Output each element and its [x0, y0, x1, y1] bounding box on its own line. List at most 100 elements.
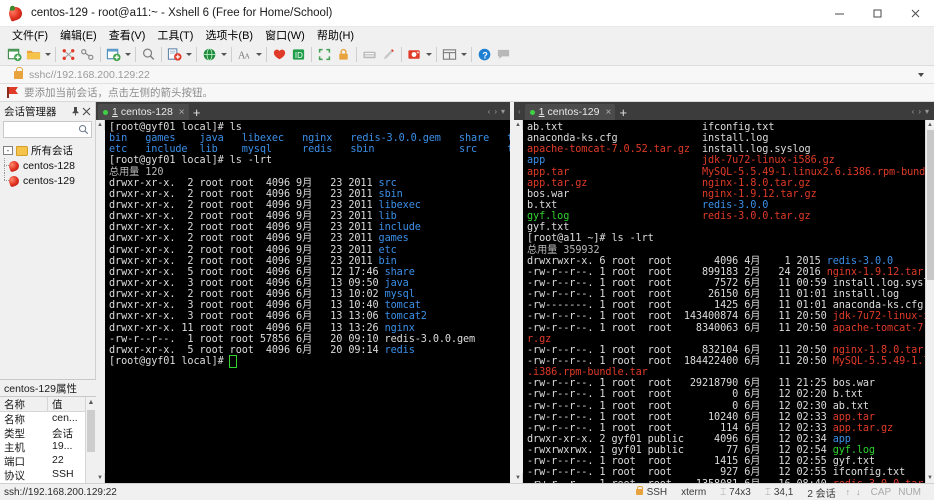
font-caret-icon[interactable]	[256, 53, 262, 56]
new-tab-button[interactable]: +	[615, 104, 631, 120]
chevron-down-icon[interactable]: ▼	[97, 473, 103, 483]
scrollbar-track[interactable]	[513, 130, 523, 473]
table-row[interactable]: 主机 19...	[0, 440, 85, 454]
status-connection-url: ssh://192.168.200.129:22	[4, 486, 117, 498]
sidebar-item-centos-128[interactable]: centos-128	[0, 158, 95, 173]
terminal-text: [root@a11 ~]# ls -lrt	[527, 233, 654, 245]
tab-nav-prev-icon[interactable]: ‹	[486, 107, 493, 116]
terminal-text: drwxr-xr-x. 2 root root 4096 9月 23 2011	[109, 188, 379, 200]
terminal-scrollbar-left[interactable]: ▲ ▼	[95, 120, 105, 483]
address-bar[interactable]: sshc//192.168.200.129:22	[0, 66, 934, 84]
scrollbar-thumb[interactable]	[87, 410, 95, 452]
menu-edit[interactable]: 编辑(E)	[54, 28, 103, 44]
tab-nav-next-icon[interactable]: ›	[916, 107, 923, 116]
properties-scrollbar[interactable]: ▲	[85, 397, 96, 483]
toolbar-separator	[231, 47, 232, 62]
find-icon[interactable]	[139, 45, 158, 65]
chevron-up-icon[interactable]: ▲	[515, 120, 521, 130]
chevron-up-icon[interactable]: ▲	[97, 120, 103, 130]
new-tab-button[interactable]: +	[189, 104, 205, 120]
xftp-icon[interactable]: ID	[289, 45, 308, 65]
disconnect-icon[interactable]	[59, 45, 78, 65]
keyboard-icon[interactable]	[360, 45, 379, 65]
chevron-up-icon[interactable]: ▲	[927, 120, 933, 130]
tab-nav-menu-icon[interactable]: ▾	[923, 107, 931, 116]
highlight-pen-icon[interactable]	[379, 45, 398, 65]
tunnel-globe-icon[interactable]	[200, 45, 219, 65]
font-icon[interactable]: AA	[235, 45, 254, 65]
terminal-text: drwxr-xr-x. 2 root root 4096 9月 23 2011	[109, 199, 379, 211]
help-icon[interactable]: ?	[475, 45, 494, 65]
pin-icon[interactable]	[70, 105, 81, 117]
chevron-down-icon[interactable]	[918, 72, 924, 77]
terminal-line: drwxr-xr-x. 2 root root 4096 6月 13 10:02…	[109, 289, 510, 300]
terminal-text: app	[832, 433, 851, 445]
tab-nav-prev-icon[interactable]: ‹	[516, 107, 523, 116]
tab-centos-129[interactable]: 1 centos-129 ×	[524, 104, 616, 120]
copy-session-caret-icon[interactable]	[125, 53, 131, 56]
terminal-screen-left[interactable]: [root@gyf01 local]# ls bin games java lib…	[105, 120, 510, 483]
fullscreen-icon[interactable]	[315, 45, 334, 65]
new-session-icon[interactable]	[5, 45, 24, 65]
open-dropdown-caret-icon[interactable]	[45, 53, 51, 56]
terminal-text: drwxr-xr-x. 2 root root 4096 9月 23 2011	[109, 233, 379, 245]
screenshot-icon[interactable]	[405, 45, 424, 65]
close-icon[interactable]	[81, 105, 92, 117]
property-name: 名称	[4, 414, 25, 426]
tab-nav-next-icon[interactable]: ›	[492, 107, 499, 116]
close-button[interactable]	[896, 0, 934, 27]
menu-tools[interactable]: 工具(T)	[151, 28, 199, 44]
tunnel-caret-icon[interactable]	[221, 53, 227, 56]
sidebar-item-centos-129[interactable]: centos-129	[0, 173, 95, 188]
terminal-scrollbar-right-left[interactable]: ▲ ▼	[513, 120, 523, 483]
table-row[interactable]: 名称 cen...	[0, 412, 85, 426]
copy-session-icon[interactable]	[104, 45, 123, 65]
menu-file[interactable]: 文件(F)	[6, 28, 54, 44]
chevron-up-icon[interactable]: ▲	[88, 397, 95, 409]
session-manager-panel: 会话管理器 - 所有会话 centos-128 centos-129	[0, 102, 96, 379]
search-input[interactable]	[3, 121, 92, 138]
minimize-button[interactable]	[820, 0, 858, 27]
tab-nav-prev-icon[interactable]: ‹	[910, 107, 917, 116]
maximize-button[interactable]	[858, 0, 896, 27]
file-transfer-icon[interactable]	[165, 45, 184, 65]
menu-tabs[interactable]: 选项卡(B)	[199, 28, 259, 44]
terminal-text: gyf.txt	[527, 222, 570, 234]
chevron-down-icon[interactable]: ▼	[927, 473, 933, 483]
tree-connector	[0, 158, 10, 173]
tab-centos-128[interactable]: 1 centos-128 ×	[98, 104, 189, 120]
terminal-line: drwxr-xr-x. 2 root root 4096 9月 23 2011 …	[109, 200, 510, 211]
scrollbar-track[interactable]	[95, 130, 105, 473]
tab-close-icon[interactable]: ×	[179, 107, 185, 118]
tab-close-icon[interactable]: ×	[605, 107, 611, 118]
scrollbar-thumb[interactable]	[926, 130, 934, 280]
tab-index: 1	[538, 106, 545, 118]
table-row[interactable]: 端口 22	[0, 454, 85, 468]
table-row[interactable]: 协议 SSH	[0, 468, 85, 482]
address-input[interactable]: sshc//192.168.200.129:22	[29, 69, 918, 81]
open-folder-icon[interactable]	[24, 45, 43, 65]
xshell-icon[interactable]	[270, 45, 289, 65]
file-transfer-caret-icon[interactable]	[186, 53, 192, 56]
terminal-line: drwxr-xr-x. 2 root root 4096 9月 23 2011 …	[109, 211, 510, 222]
lock-icon[interactable]	[334, 45, 353, 65]
tab-nav-menu-icon[interactable]: ▾	[499, 107, 507, 116]
terminal-screen-right[interactable]: ab.txt ifconfig.txt anaconda-ks.cfg insta…	[523, 120, 925, 483]
tree-root-all-sessions[interactable]: - 所有会话	[0, 143, 95, 158]
layout-caret-icon[interactable]	[461, 53, 467, 56]
menu-view[interactable]: 查看(V)	[103, 28, 152, 44]
layout-icon[interactable]	[440, 45, 459, 65]
tree-expander[interactable]: -	[3, 146, 13, 155]
chevron-down-icon[interactable]: ▼	[515, 473, 521, 483]
terminal-scrollbar-right[interactable]: ▲ ▼	[925, 120, 934, 483]
terminal-line: app jdk-7u72-linux-i586.gz	[527, 155, 925, 166]
scrollbar-track[interactable]	[925, 130, 934, 473]
terminal-text: libexec	[378, 199, 421, 211]
chat-icon[interactable]	[494, 45, 513, 65]
reconnect-icon[interactable]	[78, 45, 97, 65]
terminal-line: -rw-r--r--. 1 root root 26150 6月 11 01:0…	[527, 289, 925, 300]
table-row[interactable]: 类型 会话	[0, 426, 85, 440]
menu-window[interactable]: 窗口(W)	[259, 28, 311, 44]
menu-help[interactable]: 帮助(H)	[311, 28, 360, 44]
screenshot-caret-icon[interactable]	[426, 53, 432, 56]
